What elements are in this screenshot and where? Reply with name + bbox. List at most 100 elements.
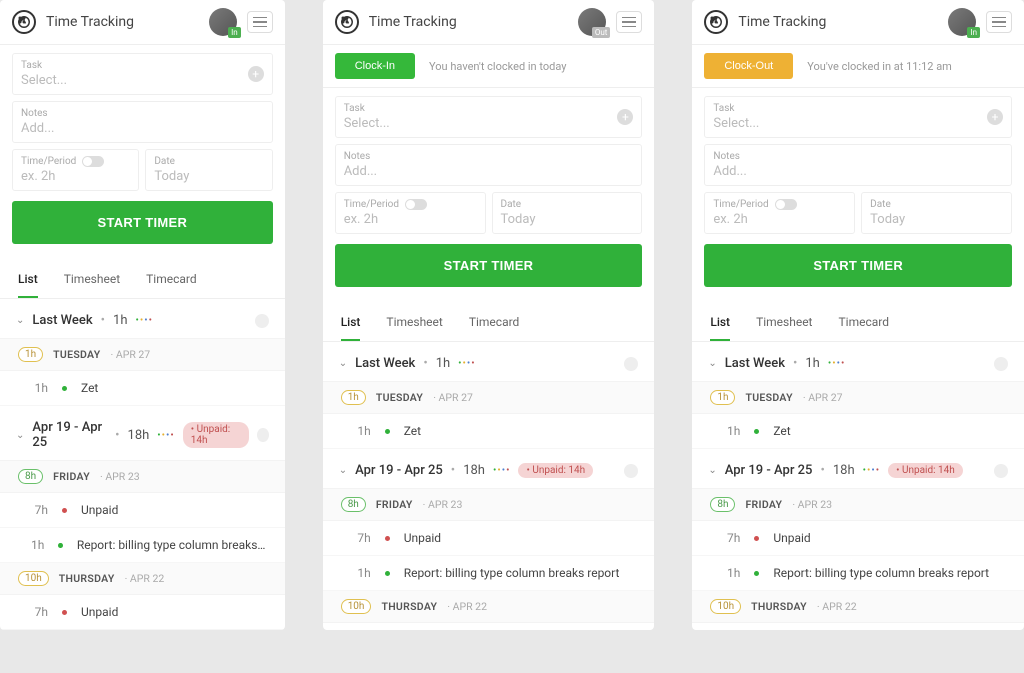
day-name: FRIDAY — [745, 498, 782, 511]
time-field[interactable]: Time/Period ex. 2h — [704, 192, 855, 234]
entry-text: Unpaid — [773, 531, 810, 545]
tab-list[interactable]: List — [710, 315, 730, 341]
day-row[interactable]: 1h TUESDAY · APR 27 — [323, 382, 655, 414]
notes-field[interactable]: Notes Add... — [12, 101, 273, 143]
day-date: · APR 22 — [125, 572, 165, 585]
menu-icon[interactable] — [986, 11, 1012, 33]
period-toggle[interactable] — [775, 199, 797, 210]
check-icon[interactable] — [255, 314, 269, 328]
notes-label: Notes — [21, 108, 264, 119]
clock-bar: Clock-Out You've clocked in at 11:12 am — [692, 45, 1024, 88]
week-group-header[interactable]: ⌄ Last Week • 1h •••• — [0, 299, 285, 339]
check-icon[interactable] — [257, 428, 269, 442]
day-row[interactable]: 10h THURSDAY · APR 22 — [0, 563, 285, 595]
group-name: Apr 19 - Apr 25 — [725, 463, 813, 478]
menu-icon[interactable] — [616, 11, 642, 33]
avatar[interactable]: In — [948, 8, 976, 36]
day-row[interactable]: 10h THURSDAY · APR 22 — [692, 591, 1024, 623]
start-timer-button[interactable]: START TIMER — [12, 201, 273, 244]
avatar[interactable]: In — [209, 8, 237, 36]
time-entry[interactable]: 1h Report: billing type column breaks re… — [692, 556, 1024, 591]
time-label: Time/Period — [344, 199, 477, 210]
time-entry[interactable]: 7h Unpaid — [692, 521, 1024, 556]
clock-button[interactable]: Clock-In — [335, 53, 415, 79]
start-timer-button[interactable]: START TIMER — [704, 244, 1012, 287]
period-toggle[interactable] — [82, 156, 104, 167]
task-field[interactable]: Task Select... + — [704, 96, 1012, 138]
tab-timesheet[interactable]: Timesheet — [64, 272, 120, 298]
tab-timesheet[interactable]: Timesheet — [386, 315, 442, 341]
date-label: Date — [154, 156, 263, 167]
time-entry[interactable]: 1h Zet — [323, 414, 655, 449]
hours-pill: 8h — [18, 469, 43, 484]
week-group-header[interactable]: ⌄ Last Week • 1h •••• — [323, 342, 655, 382]
clock-button[interactable]: Clock-Out — [704, 53, 793, 79]
time-entry[interactable]: 1h Report: billing type column breaks re… — [0, 528, 285, 563]
day-date: · APR 27 — [803, 391, 843, 404]
tab-timecard[interactable]: Timecard — [469, 315, 520, 341]
entry-hours: 7h — [18, 605, 48, 619]
task-field[interactable]: Task Select... + — [12, 53, 273, 95]
day-row[interactable]: 8h FRIDAY · APR 23 — [323, 489, 655, 521]
date-placeholder: Today — [501, 212, 634, 227]
day-row[interactable]: 8h FRIDAY · APR 23 — [0, 461, 285, 493]
notes-placeholder: Add... — [713, 164, 1003, 179]
time-entry[interactable]: 7h Unpaid — [0, 595, 285, 630]
date-field[interactable]: Date Today — [492, 192, 643, 234]
week-group-header[interactable]: ⌄ Apr 19 - Apr 25 • 18h ••••Unpaid: 14h — [692, 449, 1024, 489]
start-timer-button[interactable]: START TIMER — [335, 244, 643, 287]
entry-hours: 1h — [710, 566, 740, 580]
day-row[interactable]: 1h TUESDAY · APR 27 — [0, 339, 285, 371]
task-field[interactable]: Task Select... + — [335, 96, 643, 138]
avatar[interactable]: Out — [578, 8, 606, 36]
menu-icon[interactable] — [247, 11, 273, 33]
notes-field[interactable]: Notes Add... — [704, 144, 1012, 186]
day-name: TUESDAY — [376, 391, 423, 404]
tab-list[interactable]: List — [341, 315, 361, 341]
time-entry[interactable]: 7h Unpaid — [0, 493, 285, 528]
day-row[interactable]: 10h THURSDAY · APR 22 — [323, 591, 655, 623]
week-group-header[interactable]: ⌄ Apr 19 - Apr 25 • 18h ••••Unpaid: 14h — [323, 449, 655, 489]
group-name: Last Week — [725, 356, 785, 371]
add-icon[interactable]: + — [248, 66, 264, 82]
day-row[interactable]: 8h FRIDAY · APR 23 — [692, 489, 1024, 521]
time-entry[interactable]: 1h Zet — [692, 414, 1024, 449]
task-placeholder: Select... — [713, 116, 1003, 131]
tab-timesheet[interactable]: Timesheet — [756, 315, 812, 341]
week-group-header[interactable]: ⌄ Apr 19 - Apr 25 • 18h ••••Unpaid: 14h — [0, 406, 285, 461]
check-icon[interactable] — [994, 464, 1008, 478]
time-entry[interactable]: 7h Unpaid — [323, 521, 655, 556]
time-field[interactable]: Time/Period ex. 2h — [12, 149, 139, 191]
time-entry[interactable]: 1h Zet — [0, 371, 285, 406]
date-label: Date — [501, 199, 634, 210]
chevron-down-icon: ⌄ — [339, 358, 347, 369]
tab-timecard[interactable]: Timecard — [146, 272, 197, 298]
check-icon[interactable] — [624, 464, 638, 478]
entry-text: Zet — [404, 424, 421, 438]
notes-label: Notes — [713, 151, 1003, 162]
status-badge: Out — [592, 27, 611, 38]
tabs: List Timesheet Timecard — [323, 299, 655, 342]
check-icon[interactable] — [994, 357, 1008, 371]
time-placeholder: ex. 2h — [713, 212, 846, 227]
tab-timecard[interactable]: Timecard — [838, 315, 889, 341]
week-group-header[interactable]: ⌄ Last Week • 1h •••• — [692, 342, 1024, 382]
date-field[interactable]: Date Today — [861, 192, 1012, 234]
entry-hours: 7h — [710, 531, 740, 545]
period-toggle[interactable] — [405, 199, 427, 210]
add-icon[interactable]: + — [617, 109, 633, 125]
tab-list[interactable]: List — [18, 272, 38, 298]
clock-bar: Clock-In You haven't clocked in today — [323, 45, 655, 88]
add-icon[interactable]: + — [987, 109, 1003, 125]
date-field[interactable]: Date Today — [145, 149, 272, 191]
time-entry[interactable]: 1h Report: billing type column breaks re… — [323, 556, 655, 591]
day-row[interactable]: 1h TUESDAY · APR 27 — [692, 382, 1024, 414]
hours-pill: 8h — [710, 497, 735, 512]
time-field[interactable]: Time/Period ex. 2h — [335, 192, 486, 234]
notes-field[interactable]: Notes Add... — [335, 144, 643, 186]
check-icon[interactable] — [624, 357, 638, 371]
status-dot-icon — [754, 429, 759, 434]
unpaid-badge: Unpaid: 14h — [183, 422, 249, 448]
day-date: · APR 27 — [111, 348, 151, 361]
day-date: · APR 23 — [423, 498, 463, 511]
